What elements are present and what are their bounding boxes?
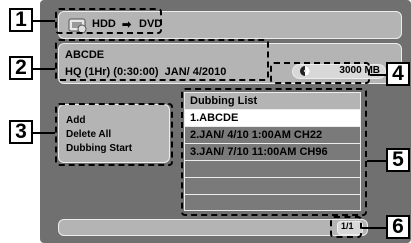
callout-5-line bbox=[367, 160, 386, 162]
callout-2-line bbox=[33, 68, 55, 70]
callout-1: 1 bbox=[9, 8, 33, 32]
status-bar: 1/1 bbox=[58, 219, 368, 236]
highlight-title-bar bbox=[55, 8, 162, 34]
highlight-remaining-space bbox=[270, 62, 370, 84]
callout-6: 6 bbox=[386, 215, 410, 239]
highlight-title-info bbox=[55, 39, 269, 81]
callout-1-line bbox=[33, 20, 55, 22]
callout-4-line bbox=[370, 74, 386, 76]
callout-3-line bbox=[33, 132, 55, 134]
callout-4: 4 bbox=[386, 62, 410, 86]
callout-6-line bbox=[362, 227, 386, 229]
highlight-page-indicator bbox=[330, 216, 362, 238]
callout-2: 2 bbox=[9, 56, 33, 80]
callout-5: 5 bbox=[386, 148, 410, 172]
highlight-action-menu bbox=[55, 103, 173, 166]
highlight-dubbing-list bbox=[181, 88, 367, 216]
callout-3: 3 bbox=[9, 120, 33, 144]
